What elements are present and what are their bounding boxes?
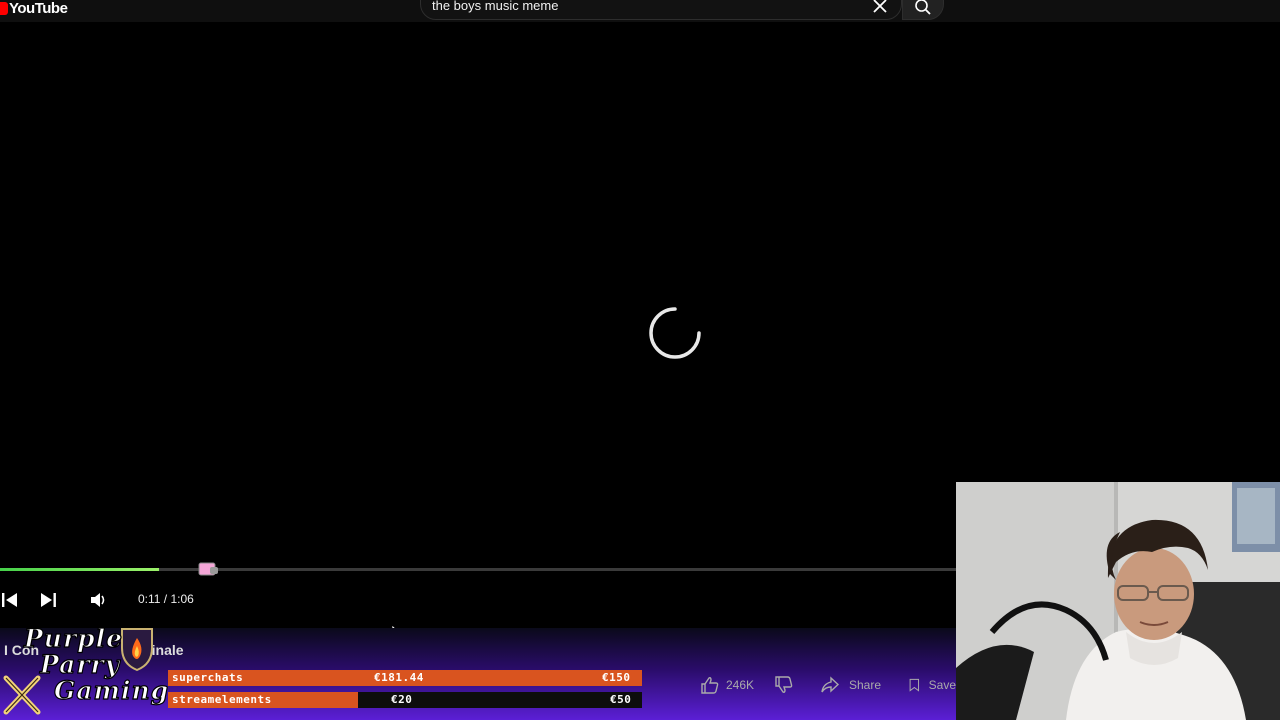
goal-name: streamelements [172,693,272,706]
channel-watermark: Purple Parry Gaming [0,624,170,720]
thumbs-down-icon [775,676,793,693]
goal-name: superchats [172,671,244,684]
webcam-feed [956,482,1280,720]
goal-target: €50 [610,693,632,706]
next-button[interactable] [38,590,58,610]
like-button[interactable]: 246K [700,676,754,694]
thumbs-up-icon [701,677,719,694]
previous-button[interactable] [0,590,20,610]
watermark-line-3: Gaming [53,676,170,705]
like-count: 246K [726,678,755,692]
watermark-text: Purple Parry Gaming [23,624,170,705]
close-icon [873,0,887,13]
skip-previous-icon [2,593,17,607]
goal-current: €20 [391,693,413,706]
progress-played [0,568,159,571]
logo-text: YouTube [9,0,68,17]
share-label: Share [849,678,882,692]
search-icon [915,0,931,15]
clear-search-button[interactable] [870,0,890,16]
search-input[interactable]: the boys music meme [432,0,558,13]
youtube-logo-icon [0,1,8,15]
share-button[interactable]: Share [820,676,881,694]
goal-current: €181.44 [374,671,424,684]
watermark-line-2: Parry [39,650,121,679]
save-button[interactable]: Save [908,676,956,694]
progress-scrubber-icon[interactable] [198,562,220,576]
volume-icon [91,593,105,607]
video-player[interactable] [0,22,956,568]
share-icon [821,676,840,693]
youtube-logo[interactable]: YouTube [0,0,68,17]
webcam-streamer-image [956,482,1280,720]
goal-target: €150 [602,671,631,684]
watermark-line-1: Purple [23,624,124,653]
dislike-button[interactable] [774,676,794,694]
loading-spinner-icon [649,307,701,359]
save-label: Save [928,678,956,692]
skip-next-icon [41,593,56,607]
bookmark-icon [909,678,920,692]
volume-button[interactable] [88,590,108,610]
time-display: 0:11 / 1:06 [138,592,194,606]
